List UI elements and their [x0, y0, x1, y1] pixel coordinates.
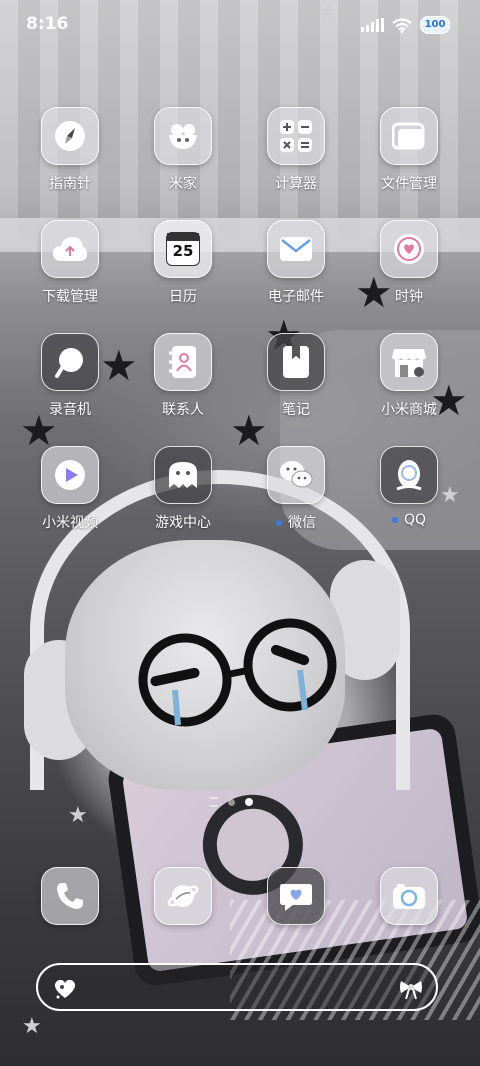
qq-penguin-icon: [396, 460, 422, 491]
home-screen: ★ ★ ★ ★ ★ ★ ★ ★ ★ ★ 8:16 100: [0, 0, 480, 1066]
calculator-icon: [280, 120, 312, 152]
battery-indicator: 100: [420, 16, 450, 34]
app-game-center[interactable]: 游戏中心: [135, 446, 231, 532]
page-indicator-feed[interactable]: [210, 797, 218, 807]
signal-icon: [361, 18, 384, 32]
app-file-manager[interactable]: 文件管理: [361, 107, 457, 193]
app-wechat[interactable]: 微信: [248, 446, 344, 532]
status-bar: 8:16 100: [0, 0, 480, 50]
mail-icon: [280, 237, 312, 261]
app-compass[interactable]: 指南针: [22, 107, 118, 193]
app-mi-store[interactable]: 小米商城: [361, 333, 457, 419]
search-bar[interactable]: [36, 963, 438, 1011]
wallpaper-glasses: [138, 618, 337, 727]
dock-camera[interactable]: [361, 867, 457, 925]
page-dot[interactable]: [228, 798, 235, 806]
status-time: 8:16: [26, 14, 69, 34]
phone-icon: [57, 883, 83, 909]
notes-icon: [283, 346, 309, 378]
app-calendar[interactable]: 25 日历: [135, 220, 231, 306]
camera-icon: [393, 884, 425, 909]
heart-icon: [54, 979, 76, 999]
new-badge-dot: [276, 520, 282, 526]
download-cloud-icon: [53, 237, 87, 261]
wechat-icon: [280, 461, 313, 488]
folder-icon: [392, 122, 425, 150]
app-download-manager[interactable]: 下载管理: [22, 220, 118, 306]
app-contacts[interactable]: 联系人: [135, 333, 231, 419]
app-calculator[interactable]: 计算器: [248, 107, 344, 193]
clock-icon: [394, 234, 424, 264]
app-qq[interactable]: QQ: [361, 446, 457, 528]
contacts-icon: [169, 346, 196, 378]
recorder-icon: [55, 348, 83, 378]
app-mi-video[interactable]: 小米视频: [22, 446, 118, 532]
app-recorder[interactable]: 录音机: [22, 333, 118, 419]
dock-browser[interactable]: [135, 867, 231, 925]
bow-icon[interactable]: [398, 977, 424, 1001]
app-clock[interactable]: 时钟: [361, 220, 457, 306]
ghost-icon: [169, 462, 197, 488]
wifi-icon: [392, 17, 412, 33]
mi-home-icon: [169, 124, 197, 149]
dock-phone[interactable]: [22, 867, 118, 925]
wallpaper-star: ★: [22, 1014, 42, 1039]
messages-icon: [280, 884, 312, 911]
page-dot-active[interactable]: [245, 798, 253, 806]
store-icon: [392, 349, 426, 377]
app-email[interactable]: 电子邮件: [248, 220, 344, 306]
dock-messages[interactable]: [248, 867, 344, 925]
calendar-icon: 25: [166, 232, 200, 266]
app-notes[interactable]: 笔记: [248, 333, 344, 419]
page-indicator[interactable]: [210, 797, 253, 807]
wallpaper-star: ★: [68, 803, 88, 828]
video-play-icon: [55, 460, 85, 490]
browser-icon: [167, 885, 199, 907]
app-mi-home[interactable]: 米家: [135, 107, 231, 193]
compass-icon: [55, 121, 85, 151]
calendar-day: 25: [172, 242, 194, 260]
new-badge-dot: [391, 517, 398, 523]
